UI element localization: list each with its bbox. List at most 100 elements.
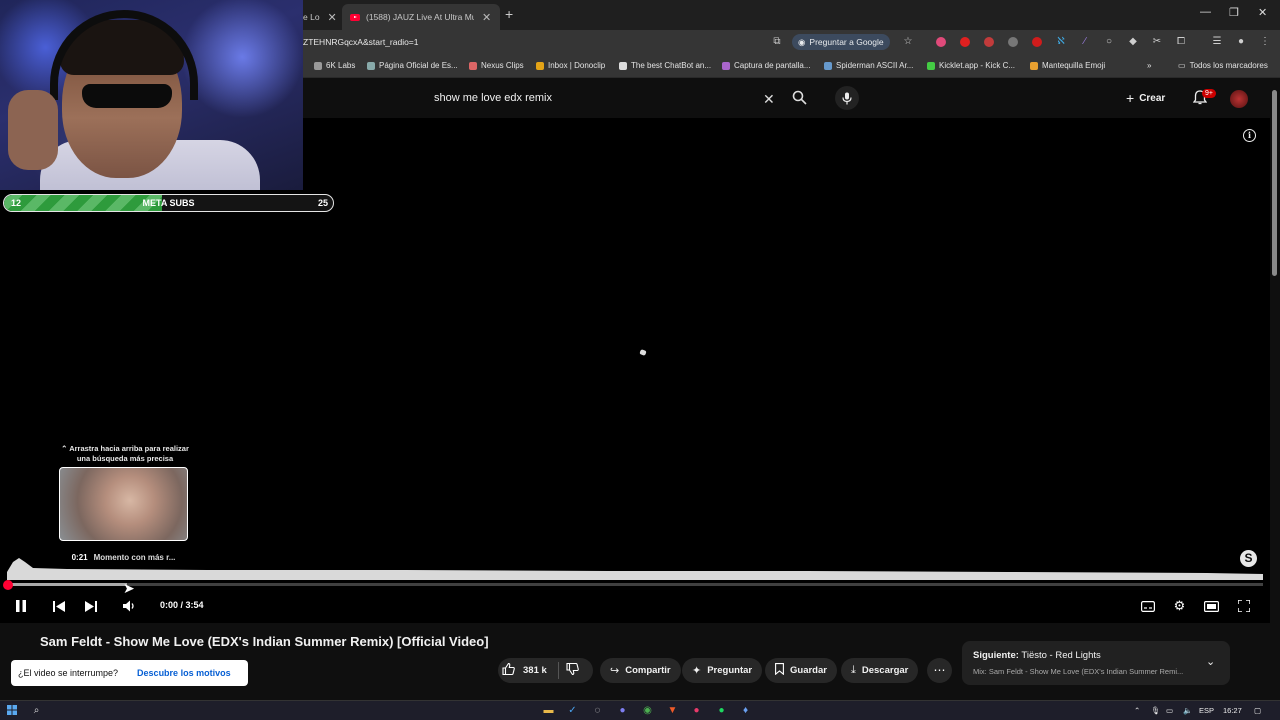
bookmark-favicon-icon bbox=[536, 61, 544, 70]
brave-icon[interactable]: ▼ bbox=[667, 705, 678, 716]
bookmark-item[interactable]: Spiderman ASCII Ar... bbox=[824, 61, 913, 70]
language-indicator[interactable]: ESP bbox=[1199, 706, 1214, 715]
chevron-down-icon[interactable]: ⌄ bbox=[1206, 655, 1215, 668]
more-actions-icon[interactable]: ⋯ bbox=[927, 658, 952, 683]
discord-icon[interactable]: ● bbox=[617, 705, 628, 716]
close-tab-icon[interactable]: ✕ bbox=[328, 11, 337, 24]
file-explorer-icon[interactable]: ▬ bbox=[543, 705, 554, 716]
webcam-sunglasses bbox=[82, 84, 172, 108]
progress-bar[interactable] bbox=[7, 583, 1263, 586]
extension-icon[interactable]: ◆ bbox=[1127, 36, 1139, 48]
microphone-icon[interactable] bbox=[835, 86, 859, 110]
create-button[interactable]: + Crear bbox=[1126, 90, 1165, 106]
extension-icon[interactable] bbox=[1008, 37, 1018, 47]
extension-icon[interactable] bbox=[984, 37, 994, 47]
browser-tab-active[interactable]: (1588) JAUZ Live At Ultra Music ✕ bbox=[342, 4, 500, 30]
taskbar-app-icon[interactable]: ♦ bbox=[740, 705, 751, 716]
bookmark-item[interactable]: Inbox | Donoclip bbox=[536, 61, 605, 70]
minimize-icon[interactable]: — bbox=[1200, 6, 1211, 18]
bookmark-item[interactable]: 6K Labs bbox=[314, 61, 355, 70]
ask-button[interactable]: ✦ Preguntar bbox=[682, 658, 763, 683]
extension-icon[interactable] bbox=[1032, 37, 1042, 47]
more-bookmarks-icon[interactable]: » bbox=[1147, 61, 1151, 70]
new-tab-icon[interactable]: + bbox=[505, 6, 513, 22]
bookmark-item[interactable]: Kicklet.app - Kick C... bbox=[927, 61, 1015, 70]
clock[interactable]: 16:27 bbox=[1223, 706, 1242, 715]
url-field[interactable]: ZTEHNRGqcxA&start_radio=1 bbox=[303, 37, 419, 47]
bookmark-item[interactable]: Página Oficial de Es... bbox=[367, 61, 458, 70]
thumbs-down-icon bbox=[566, 662, 579, 676]
shazam-icon[interactable]: S bbox=[1240, 550, 1257, 567]
search-icon[interactable] bbox=[792, 90, 807, 108]
scrubber-handle[interactable] bbox=[3, 580, 13, 590]
bookmark-favicon-icon bbox=[314, 61, 322, 70]
taskbar-search-icon[interactable]: ⌕ bbox=[31, 705, 42, 716]
install-app-icon[interactable]: ⧉ bbox=[771, 36, 783, 48]
bookmark-label: Mantequilla Emoji bbox=[1042, 61, 1106, 70]
extension-icon[interactable] bbox=[936, 37, 946, 47]
ask-google-button[interactable]: ◉ Preguntar a Google bbox=[792, 34, 890, 50]
pause-icon[interactable] bbox=[13, 597, 29, 615]
like-button[interactable]: 381 k bbox=[502, 662, 547, 678]
volume-icon[interactable] bbox=[121, 597, 137, 615]
bookmark-item[interactable]: Mantequilla Emoji bbox=[1030, 61, 1105, 70]
page-scrollbar[interactable] bbox=[1272, 90, 1277, 276]
save-button[interactable]: Guardar bbox=[765, 658, 837, 683]
profile-icon[interactable]: ● bbox=[1235, 36, 1247, 48]
notifications-icon[interactable]: ▢ bbox=[1254, 706, 1261, 715]
bookmark-star-icon[interactable]: ☆ bbox=[902, 36, 914, 48]
taskbar-app-icon[interactable]: ● bbox=[691, 705, 702, 716]
clear-search-icon[interactable]: ✕ bbox=[763, 91, 775, 108]
tray-chevron-icon[interactable]: ⌃ bbox=[1134, 706, 1140, 715]
bookmark-label: Captura de pantalla... bbox=[734, 61, 811, 70]
close-window-icon[interactable]: ✕ bbox=[1258, 6, 1267, 19]
search-input[interactable]: show me love edx remix bbox=[424, 86, 786, 112]
toast-link[interactable]: Descubre los motivos bbox=[137, 668, 231, 678]
restore-icon[interactable]: ❐ bbox=[1229, 6, 1239, 19]
webcam-hand bbox=[8, 90, 58, 170]
share-label: Compartir bbox=[625, 665, 671, 676]
next-icon[interactable] bbox=[83, 597, 99, 615]
bookmark-item[interactable]: Captura de pantalla... bbox=[722, 61, 811, 70]
extension-icon[interactable]: ✂ bbox=[1151, 36, 1163, 48]
bookmark-favicon-icon bbox=[824, 61, 832, 70]
subtitles-icon[interactable] bbox=[1139, 597, 1156, 615]
previous-icon[interactable] bbox=[51, 597, 67, 615]
dislike-button[interactable] bbox=[566, 662, 579, 678]
bookmark-favicon-icon bbox=[927, 61, 935, 70]
fullscreen-icon[interactable] bbox=[1235, 597, 1252, 615]
spotify-icon[interactable]: ● bbox=[716, 705, 727, 716]
extensions-puzzle-icon[interactable]: ⧠ bbox=[1175, 36, 1187, 48]
up-next-card[interactable]: Siguiente: Tiësto - Red Lights Mix: Sam … bbox=[962, 641, 1230, 685]
all-bookmarks-button[interactable]: ▭ Todos los marcadores bbox=[1178, 61, 1268, 70]
bookmark-favicon-icon bbox=[367, 61, 375, 70]
extension-icon[interactable]: ∕ bbox=[1079, 36, 1091, 48]
browser-tab[interactable]: e Lo ✕ bbox=[303, 4, 337, 30]
download-button[interactable]: ⤓ Descargar bbox=[841, 658, 919, 683]
avatar[interactable] bbox=[1230, 90, 1248, 108]
speaker-icon[interactable]: 🔈 bbox=[1183, 706, 1192, 715]
notification-count-badge: 9+ bbox=[1202, 89, 1216, 98]
bookmark-item[interactable]: Nexus Clips bbox=[469, 61, 524, 70]
bookmark-item[interactable]: The best ChatBot an... bbox=[619, 61, 711, 70]
close-tab-icon[interactable]: ✕ bbox=[482, 11, 491, 24]
settings-gear-icon[interactable]: ⚙ bbox=[1171, 597, 1188, 615]
info-icon[interactable]: i bbox=[1243, 129, 1256, 142]
reading-list-icon[interactable]: ☰ bbox=[1211, 36, 1223, 48]
browser-menu-icon[interactable]: ⋮ bbox=[1259, 36, 1271, 48]
extension-icon[interactable]: ℵ bbox=[1055, 36, 1067, 48]
extension-icon[interactable] bbox=[960, 37, 970, 47]
network-icon[interactable]: ▭ bbox=[1166, 706, 1173, 715]
share-button[interactable]: ↪ Compartir bbox=[600, 658, 681, 683]
extension-icon[interactable]: ○ bbox=[1103, 36, 1115, 48]
bookmark-label: Kicklet.app - Kick C... bbox=[939, 61, 1016, 70]
chrome-icon[interactable]: ◉ bbox=[642, 705, 653, 716]
download-label: Descargar bbox=[861, 665, 909, 676]
meta-label: META SUBS bbox=[142, 198, 195, 208]
bookmark-label: Página Oficial de Es... bbox=[379, 61, 458, 70]
taskbar-app-icon[interactable]: ✓ bbox=[567, 705, 578, 716]
taskbar-app-icon[interactable]: ◌ bbox=[592, 705, 603, 716]
theater-mode-icon[interactable] bbox=[1203, 597, 1220, 615]
windows-start-icon[interactable] bbox=[6, 705, 17, 716]
microphone-tray-icon[interactable]: 🎙 bbox=[1151, 706, 1161, 715]
